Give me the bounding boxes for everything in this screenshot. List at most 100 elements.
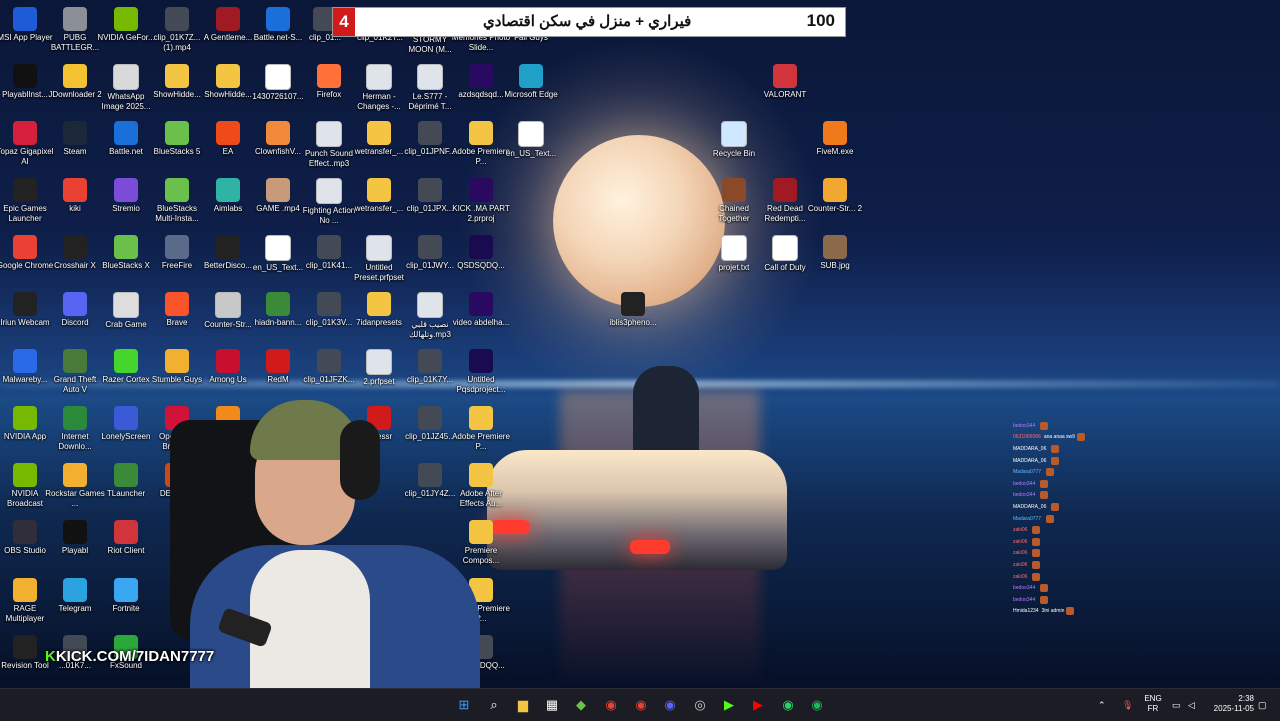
desktop-icon[interactable]: Grand Theft Auto V bbox=[47, 345, 103, 395]
desktop-icon[interactable]: Chained Together bbox=[706, 174, 762, 224]
desktop-icon[interactable]: VALORANT bbox=[757, 60, 813, 100]
desktop-icon[interactable]: WhatsApp Image 2025... bbox=[98, 60, 154, 112]
desktop-icon[interactable]: PUBG BATTLEGR... bbox=[47, 3, 103, 53]
desktop-icon[interactable]: BlueStacks 5 bbox=[149, 117, 205, 157]
desktop-icon[interactable]: ClownfishV... bbox=[250, 117, 306, 157]
desktop-icon[interactable]: 7idanpresets bbox=[351, 288, 407, 328]
tlauncher-icon bbox=[114, 463, 138, 487]
desktop-icon[interactable]: FreeFire bbox=[149, 231, 205, 271]
desktop-icon[interactable]: wetransfer_... bbox=[351, 174, 407, 214]
desktop-icon[interactable]: FiveM.exe bbox=[807, 117, 863, 157]
desktop-icon[interactable]: Counter-Str... 2 bbox=[807, 174, 863, 214]
desktop-icon[interactable]: en_US_Text... bbox=[250, 231, 306, 273]
desktop-icon[interactable]: Microsoft Edge bbox=[503, 60, 559, 100]
desktop-icon[interactable]: Riot Client bbox=[98, 516, 154, 556]
desktop-icon[interactable]: Razer Cortex bbox=[98, 345, 154, 385]
desktop-icon[interactable]: Crab Game bbox=[98, 288, 154, 330]
tray-chevron-icon[interactable]: ⌃ bbox=[1098, 689, 1106, 721]
desktop-icon[interactable]: BlueStacks X bbox=[98, 231, 154, 271]
desktop-icon[interactable]: Telegram bbox=[47, 574, 103, 614]
notifications-icon[interactable]: ▢ bbox=[1258, 689, 1267, 721]
desktop-icon[interactable]: Red Dead Redempti... bbox=[757, 174, 813, 224]
audio-file-icon bbox=[417, 64, 443, 90]
desktop-icon[interactable]: clip_01K7Z...(1).mp4 bbox=[149, 3, 205, 53]
desktop-icon[interactable]: Adobe Premiere P... bbox=[452, 117, 510, 167]
desktop-icon[interactable]: Internet Downlo... bbox=[47, 402, 103, 452]
desktop-icon[interactable]: clip_01JPNF... bbox=[402, 117, 458, 157]
chrome-icon[interactable]: ◉ bbox=[599, 693, 623, 717]
bluestacks-icon[interactable]: ◆ bbox=[569, 693, 593, 717]
desktop-icon[interactable]: نصيب قلبي وتلهالك.mp3 bbox=[402, 288, 458, 340]
desktop-icon[interactable]: Stremio bbox=[98, 174, 154, 214]
desktop-icon[interactable]: ShowHidde... bbox=[149, 60, 205, 100]
desktop-icon[interactable]: Untitled Preset.prfpset bbox=[351, 231, 407, 283]
desktop-icon[interactable]: projet.txt bbox=[706, 231, 762, 273]
desktop-icon[interactable]: Crosshair X bbox=[47, 231, 103, 271]
clock[interactable]: 2:38 2025-11-05 bbox=[1206, 694, 1254, 714]
desktop-icon[interactable]: Playabl bbox=[47, 516, 103, 556]
desktop-icon[interactable]: Recycle Bin bbox=[706, 117, 762, 159]
desktop-icon[interactable]: wetransfer_... bbox=[351, 117, 407, 157]
desktop-icon[interactable]: video abdelha... bbox=[453, 288, 509, 328]
desktop-icon[interactable]: clip_01K7Y... bbox=[402, 345, 458, 385]
volume-icon[interactable]: ◁ bbox=[1188, 689, 1195, 721]
desktop-icon[interactable]: BlueStacks Multi-Insta... bbox=[149, 174, 205, 224]
desktop-icon[interactable]: Le.S777 - Déprimé T... bbox=[402, 60, 458, 112]
desktop-icon[interactable]: RedM bbox=[250, 345, 306, 385]
desktop-icon[interactable]: SUB.jpg bbox=[807, 231, 863, 271]
kick-icon[interactable]: ▶ bbox=[717, 693, 741, 717]
start-icon[interactable]: ⊞ bbox=[452, 693, 476, 717]
obs-icon[interactable]: ◎ bbox=[688, 693, 712, 717]
desktop-icon[interactable]: Punch Sound Effect..mp3 bbox=[301, 117, 357, 169]
network-icon[interactable]: ▭ bbox=[1172, 689, 1181, 721]
desktop-icon[interactable]: hiadn-bann... bbox=[250, 288, 306, 328]
desktop-icon[interactable]: NVIDIA GeFor... bbox=[97, 3, 155, 43]
obs-icon bbox=[13, 520, 37, 544]
spotify-icon[interactable]: ◉ bbox=[805, 693, 829, 717]
chrome-icon[interactable]: ◉ bbox=[629, 693, 653, 717]
desktop-icon[interactable]: Epic Games Launcher bbox=[0, 174, 53, 224]
file-explorer-icon[interactable]: ▆ bbox=[511, 693, 535, 717]
desktop-icon[interactable]: Fighting Action No ... bbox=[301, 174, 357, 226]
desktop-icon[interactable]: en_US_Text... bbox=[503, 117, 559, 159]
desktop-icon[interactable]: Discord bbox=[47, 288, 103, 328]
desktop-icon[interactable]: Topaz Gigapixel AI bbox=[0, 117, 53, 167]
language-indicator[interactable]: ENG FR bbox=[1140, 694, 1166, 714]
desktop-icon[interactable]: kiki bbox=[47, 174, 103, 214]
rage-mp-icon bbox=[13, 578, 37, 602]
microphone-icon[interactable]: 🎙 bbox=[1122, 689, 1133, 721]
desktop-icon[interactable]: Fortnite bbox=[98, 574, 154, 614]
desktop-icon[interactable]: Stumble Guys bbox=[149, 345, 205, 385]
desktop-icon[interactable]: Steam bbox=[47, 117, 103, 157]
desktop-icon[interactable]: QSDSQDQ... bbox=[453, 231, 509, 271]
desktop-icon[interactable]: clip_01JWY... bbox=[402, 231, 458, 271]
document-icon bbox=[772, 235, 798, 261]
desktop-icon[interactable]: Herman - Changes -... bbox=[351, 60, 407, 112]
whatsapp-icon[interactable]: ◉ bbox=[776, 693, 800, 717]
desktop-icon[interactable]: LonelyScreen bbox=[98, 402, 154, 442]
rockstar-icon bbox=[63, 463, 87, 487]
folder-icon bbox=[216, 64, 240, 88]
desktop-icon[interactable]: Rockstar Games ... bbox=[45, 459, 105, 509]
desktop-icon[interactable]: KICK .MA PART 2.prproj bbox=[452, 174, 510, 224]
playable-icon bbox=[13, 64, 37, 88]
chat-emote-icon bbox=[1040, 491, 1049, 500]
brave-icon bbox=[165, 292, 189, 316]
desktop-icon[interactable]: Brave bbox=[149, 288, 205, 328]
desktop-icon[interactable]: iblis3pheno... bbox=[605, 288, 661, 328]
discord-icon[interactable]: ◉ bbox=[658, 693, 682, 717]
desktop-icon[interactable]: RAGE Multiplayer bbox=[0, 574, 53, 624]
telegram-icon bbox=[63, 578, 87, 602]
desktop-icon[interactable]: TLauncher bbox=[98, 459, 154, 499]
desktop-icon[interactable]: GAME .mp4 bbox=[250, 174, 306, 214]
youtube-icon[interactable]: ▶ bbox=[746, 693, 770, 717]
chat-message: zaki06 bbox=[1013, 571, 1173, 583]
desktop-icon[interactable]: 1430726107... bbox=[250, 60, 306, 102]
search-icon[interactable]: ⌕ bbox=[482, 693, 506, 717]
chat-username: MADDARA_06 bbox=[1013, 445, 1047, 452]
desktop-icon[interactable]: Battle.net bbox=[98, 117, 154, 157]
chat-username: Madara0777 bbox=[1013, 469, 1042, 476]
desktop-icon[interactable]: clip_01JPX... bbox=[402, 174, 458, 214]
microsoft-store-icon[interactable]: ▦ bbox=[540, 693, 564, 717]
desktop-icon[interactable]: JDownloader 2 bbox=[47, 60, 103, 100]
